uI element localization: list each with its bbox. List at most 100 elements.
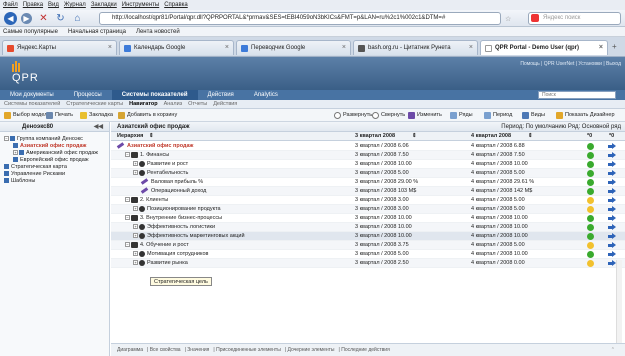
tab-bash-org[interactable]: bash.org.ru - Цитатник Рунета × bbox=[353, 40, 478, 55]
subnav-strategy-maps[interactable]: Стратегические карты bbox=[66, 101, 123, 107]
views-button[interactable]: Виды bbox=[522, 111, 545, 120]
star-icon[interactable]: ☆ bbox=[505, 15, 511, 23]
address-bar[interactable]: http://localhost/qpr81/Portal/qpr.dll?QP… bbox=[99, 12, 501, 25]
table-row[interactable]: Операционный доход 3 квартал / 2008 103 М… bbox=[111, 187, 625, 196]
tree-item[interactable]: + Американский офис продаж bbox=[13, 150, 98, 157]
table-row[interactable]: Валовая прибыль % 3 квартал / 2008 29.00 … bbox=[111, 178, 625, 187]
collapse-up-icon[interactable]: ⌃ bbox=[611, 344, 615, 356]
menu-bookmarks[interactable]: Закладки bbox=[91, 2, 117, 8]
close-icon[interactable]: × bbox=[469, 41, 473, 55]
collapse-node-icon[interactable]: − bbox=[125, 197, 130, 203]
period-button[interactable]: Период bbox=[484, 111, 512, 120]
portal-search-input[interactable]: Поиск bbox=[538, 91, 616, 99]
tab-google-calendar[interactable]: Календарь Google × bbox=[119, 40, 234, 55]
nav-analytics[interactable]: Analytics bbox=[244, 90, 288, 100]
subnav-actions[interactable]: Действия bbox=[213, 101, 237, 107]
expand-node-icon[interactable]: + bbox=[133, 170, 138, 176]
expand-node-icon[interactable]: + bbox=[133, 161, 138, 167]
collapse-panel-icon[interactable]: ◀◀ bbox=[94, 122, 103, 132]
expand-button[interactable]: Развернуть bbox=[334, 111, 372, 120]
close-icon[interactable]: × bbox=[599, 41, 603, 55]
add-to-cart-button[interactable]: Добавить в корзину bbox=[118, 111, 177, 120]
bookmark-home[interactable]: Начальная страница bbox=[68, 29, 126, 35]
grid-scrollbar[interactable] bbox=[616, 260, 622, 350]
tree-item[interactable]: Азиатский офис продаж bbox=[13, 143, 86, 150]
subnav-analysis[interactable]: Анализ bbox=[164, 101, 183, 107]
tab-recent-actions[interactable]: Последние действия bbox=[341, 347, 390, 353]
tab-qpr-portal[interactable]: QPR Portal - Demo User (qpr) × bbox=[480, 40, 608, 55]
collapse-node-icon[interactable]: − bbox=[125, 215, 130, 221]
sort-icon[interactable]: ⇕ bbox=[528, 132, 533, 141]
tab-yandex-maps[interactable]: Яндекс.Карты × bbox=[2, 40, 117, 55]
select-model-button[interactable]: Выбор модели bbox=[4, 111, 51, 120]
tree-item[interactable]: Шаблоны bbox=[4, 178, 35, 185]
menu-tools[interactable]: Инструменты bbox=[122, 2, 159, 8]
menu-view[interactable]: Вид bbox=[48, 2, 59, 8]
expand-node-icon[interactable]: + bbox=[133, 206, 138, 212]
subnav-navigator[interactable]: Навигатор bbox=[129, 101, 157, 107]
bookmark-most-visited[interactable]: Самые популярные bbox=[3, 29, 58, 35]
new-tab-icon[interactable]: + bbox=[612, 42, 617, 51]
tree-item[interactable]: − Группа компаний Деноэкс bbox=[4, 136, 83, 143]
subnav-scorecards[interactable]: Системы показателей bbox=[4, 101, 60, 107]
table-row[interactable]: + Рентабельность 3 квартал / 2008 5.00 4 кв… bbox=[111, 169, 625, 178]
menu-edit[interactable]: Правка bbox=[23, 2, 43, 8]
col-hierarchy[interactable]: Иерархия bbox=[117, 132, 143, 141]
table-row[interactable]: − 3. Внутренние бизнес-процессы 3 квартал … bbox=[111, 214, 625, 223]
sort-icon[interactable]: ⇕ bbox=[412, 132, 417, 141]
bookmark-button[interactable]: Закладка bbox=[80, 111, 113, 120]
back-icon[interactable]: ◀ bbox=[4, 12, 17, 25]
nav-scorecards[interactable]: Системы показателей bbox=[111, 90, 198, 100]
menu-file[interactable]: Файл bbox=[3, 2, 18, 8]
tree-item[interactable]: Стратегическая карта bbox=[4, 164, 67, 171]
table-row[interactable]: + Развитие рынка 3 квартал / 2008 2.50 4 кв… bbox=[111, 259, 625, 268]
stop-icon[interactable]: ✕ bbox=[38, 13, 49, 24]
expand-node-icon[interactable]: + bbox=[13, 150, 18, 156]
series-button[interactable]: Ряды bbox=[450, 111, 473, 120]
table-row[interactable]: + Позиционирование продукта 3 квартал / 20… bbox=[111, 205, 625, 214]
nav-actions[interactable]: Действия bbox=[198, 90, 244, 100]
top-links[interactable]: Помощь | QPR UserNet | Установки | Выход bbox=[520, 61, 621, 67]
tab-all-properties[interactable]: Все свойства bbox=[150, 347, 181, 353]
expand-node-icon[interactable]: + bbox=[133, 251, 138, 257]
tree-item[interactable]: Европейский офис продаж bbox=[13, 157, 89, 164]
tree-item[interactable]: Управление Рисками bbox=[4, 171, 65, 178]
tab-child-elements[interactable]: Дочерние элементы bbox=[288, 347, 335, 353]
tab-attached-elements[interactable]: Присоединенные элементы bbox=[216, 347, 281, 353]
col-q3[interactable]: 3 квартал 2008 bbox=[355, 132, 395, 141]
edit-button[interactable]: Изменить bbox=[408, 111, 442, 120]
sort-icon[interactable]: ⇕ bbox=[149, 132, 154, 141]
col-status-1[interactable]: *0 bbox=[587, 132, 592, 141]
tab-values[interactable]: Значения bbox=[187, 347, 209, 353]
collapse-node-icon[interactable]: − bbox=[4, 136, 9, 142]
table-row[interactable]: + Мотивация сотрудников 3 квартал / 2008 5… bbox=[111, 250, 625, 259]
col-status-2[interactable]: *0 bbox=[609, 132, 614, 141]
table-row[interactable]: − 4. Обучение и рост 3 квартал / 2008 3.75… bbox=[111, 241, 625, 250]
home-icon[interactable]: ⌂ bbox=[72, 13, 83, 24]
table-row[interactable]: Азиатский офис продаж 3 квартал / 2008 6.… bbox=[111, 142, 625, 151]
expand-node-icon[interactable]: + bbox=[133, 224, 138, 230]
collapse-node-icon[interactable]: − bbox=[125, 152, 130, 158]
collapse-node-icon[interactable]: − bbox=[125, 242, 130, 248]
subnav-reports[interactable]: Отчеты bbox=[188, 101, 207, 107]
table-row[interactable]: + Эффективность логистики 3 квартал / 2008… bbox=[111, 223, 625, 232]
expand-node-icon[interactable]: + bbox=[133, 233, 138, 239]
close-icon[interactable]: × bbox=[108, 41, 112, 55]
print-button[interactable]: Печать bbox=[46, 111, 73, 120]
bookmark-news[interactable]: Лента новостей bbox=[136, 29, 180, 35]
collapse-button[interactable]: Свернуть bbox=[372, 111, 405, 120]
table-row[interactable]: + Развитие и рост 3 квартал / 2008 10.00 4 … bbox=[111, 160, 625, 169]
menu-history[interactable]: Журнал bbox=[64, 2, 86, 8]
menu-help[interactable]: Справка bbox=[164, 2, 188, 8]
tab-google-translate[interactable]: Переводчик Google × bbox=[236, 40, 351, 55]
table-row[interactable]: − 2. Клиенты 3 квартал / 2008 3.00 4 кварта… bbox=[111, 196, 625, 205]
table-row[interactable]: + Эффективность маркетинговых акций 3 квар… bbox=[111, 232, 625, 241]
nav-my-documents[interactable]: Мои документы bbox=[0, 90, 64, 100]
table-row[interactable]: − 1. Финансы 3 квартал / 2008 7.50 4 кварта… bbox=[111, 151, 625, 160]
nav-processes[interactable]: Процессы bbox=[64, 90, 112, 100]
close-icon[interactable]: × bbox=[342, 41, 346, 55]
col-q4[interactable]: 4 квартал 2008 bbox=[471, 132, 511, 141]
expand-node-icon[interactable]: + bbox=[133, 260, 138, 266]
show-designer-button[interactable]: Показать Дизайнер bbox=[556, 111, 615, 120]
browser-search-field[interactable]: Яндекс поиск bbox=[528, 12, 621, 25]
